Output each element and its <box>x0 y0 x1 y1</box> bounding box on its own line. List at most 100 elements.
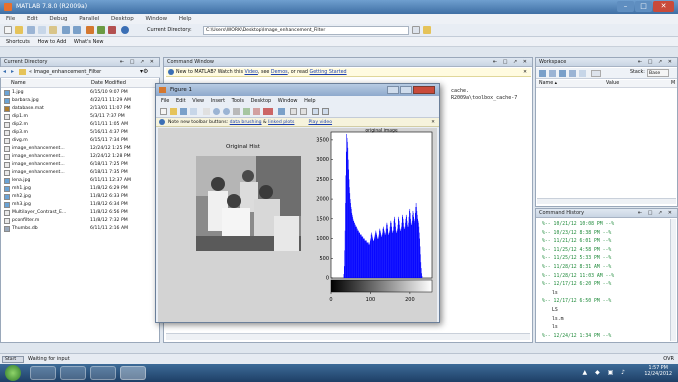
history-command[interactable]: ls <box>552 291 558 296</box>
history-session-marker[interactable]: %-- 10/21/12 10:08 PM --% <box>542 222 614 227</box>
note-close-icon[interactable]: ✕ <box>431 118 435 127</box>
dir-options-icon[interactable]: ▾⚙ <box>140 68 148 75</box>
menu-debug[interactable]: Debug <box>49 16 67 22</box>
file-row[interactable]: image_enhancement... 12/24/12 1:28 PM <box>2 153 157 161</box>
zoom-in-icon[interactable] <box>213 108 220 115</box>
fig-new-icon[interactable] <box>160 108 167 115</box>
new-variable-icon[interactable] <box>539 70 546 77</box>
dir-dropdown-icon[interactable] <box>412 26 420 34</box>
paint-taskbar-icon[interactable] <box>90 366 116 380</box>
history-command[interactable]: LS <box>552 308 558 313</box>
figure-maximize-button[interactable] <box>400 86 412 94</box>
video-link[interactable]: Video <box>244 70 257 75</box>
linked-plots-link[interactable]: linked plots <box>268 120 294 125</box>
browse-folder-icon[interactable] <box>423 26 431 34</box>
fig-pointer-icon[interactable] <box>203 108 210 115</box>
panel-controls[interactable]: ⇤ □ ↗ ✕ <box>638 209 674 218</box>
figure-minimize-button[interactable] <box>387 86 399 94</box>
menu-window[interactable]: Window <box>145 16 167 22</box>
file-row[interactable]: dip3.m 5/16/11 4:37 PM <box>2 129 157 137</box>
demos-link[interactable]: Demos <box>271 70 288 75</box>
histogram-plot[interactable]: original image05001000150020002500300035… <box>293 128 436 320</box>
paste-icon[interactable] <box>49 26 57 34</box>
current-dir-input[interactable]: C:\Users\WORK\Desktop\Image_enhancement_… <box>203 26 409 35</box>
history-session-marker[interactable]: %-- 11/28/12 11:03 AM --% <box>542 274 614 279</box>
system-tray-icons[interactable]: ▲ ◆ ▣ ♪ <box>583 369 628 376</box>
file-row[interactable]: divg.m 6/15/11 7:34 PM <box>2 137 157 145</box>
history-session-marker[interactable]: %-- 11/25/12 4:58 PM --% <box>542 248 611 253</box>
file-row[interactable]: mh3.jpg 11/8/12 6:34 PM <box>2 201 157 209</box>
file-row[interactable]: mh1.jpg 11/8/12 6:29 PM <box>2 185 157 193</box>
colorbar-icon[interactable] <box>290 108 297 115</box>
open-folder-icon[interactable] <box>15 26 23 34</box>
panel-controls[interactable]: ⇤ □ ↗ ✕ <box>493 58 529 67</box>
file-row[interactable]: mh2.jpg 11/8/12 6:33 PM <box>2 193 157 201</box>
file-row[interactable]: Thumbs.db 6/11/11 2:16 AM <box>2 225 157 233</box>
panel-controls[interactable]: ⇤ □ ↗ ✕ <box>638 58 674 67</box>
media-player-taskbar-icon[interactable] <box>60 366 86 380</box>
rotate-icon[interactable] <box>243 108 250 115</box>
current-directory-path[interactable]: « Image_enhancement_Filter <box>29 67 101 78</box>
command-window-scrollbar[interactable] <box>166 333 530 340</box>
menu-desktop[interactable]: Desktop <box>111 16 134 22</box>
history-session-marker[interactable]: %-- 11/28/12 8:31 AM --% <box>542 265 611 270</box>
file-row[interactable]: image_enhancement... 6/18/11 7:25 PM <box>2 161 157 169</box>
data-brushing-link[interactable]: data brushing <box>230 120 262 125</box>
file-row[interactable]: Multilayer_Contrast_E... 11/8/12 6:56 PM <box>2 209 157 217</box>
profiler-icon[interactable] <box>108 26 116 34</box>
legend-icon[interactable] <box>300 108 307 115</box>
fig-open-icon[interactable] <box>170 108 177 115</box>
fig-menu-desktop[interactable]: Desktop <box>251 98 272 104</box>
new-file-icon[interactable] <box>4 26 12 34</box>
whats-new-link[interactable]: What's New <box>74 39 104 45</box>
print-icon[interactable] <box>579 70 586 77</box>
col-name[interactable]: Name <box>11 79 26 88</box>
workspace-scrollbar[interactable] <box>537 198 676 204</box>
zoom-out-icon[interactable] <box>223 108 230 115</box>
menu-help[interactable]: Help <box>179 16 192 22</box>
hide-tools-icon[interactable] <box>312 108 319 115</box>
figure-canvas[interactable]: Original Hist original image 0 500 1000 1500… <box>158 128 437 322</box>
taskbar-clock[interactable]: 1:57 PM 12/24/2012 <box>644 366 672 378</box>
fig-menu-insert[interactable]: Insert <box>211 98 225 104</box>
fig-menu-edit[interactable]: Edit <box>176 98 186 104</box>
figure-window[interactable]: Figure 1 File Edit View Insert Tools Des… <box>155 83 440 323</box>
undo-icon[interactable] <box>62 26 70 34</box>
guide-icon[interactable] <box>97 26 105 34</box>
figure-close-button[interactable] <box>413 86 435 94</box>
getting-started-link[interactable]: Getting Started <box>309 70 346 75</box>
fig-menu-tools[interactable]: Tools <box>232 98 244 104</box>
help-icon[interactable] <box>121 26 129 34</box>
fig-menu-file[interactable]: File <box>161 98 169 104</box>
save-workspace-icon[interactable] <box>569 70 576 77</box>
stack-select[interactable]: Base <box>647 69 669 77</box>
history-session-marker[interactable]: %-- 11/21/12 6:01 PM --% <box>542 239 611 244</box>
open-variable-icon[interactable] <box>549 70 556 77</box>
banner-close-icon[interactable]: ✕ <box>523 68 527 77</box>
history-command[interactable]: ls <box>552 325 558 330</box>
file-row[interactable]: pconfilter.m 11/8/12 7:32 PM <box>2 217 157 225</box>
menu-file[interactable]: File <box>6 16 15 22</box>
file-row[interactable]: lena.jpg 6/11/11 12:37 AM <box>2 177 157 185</box>
file-row[interactable]: 1.jpg 6/15/10 9:07 PM <box>2 89 157 97</box>
fig-menu-help[interactable]: Help <box>304 98 315 104</box>
forward-icon[interactable]: ▸ <box>11 68 14 75</box>
file-row[interactable]: dip2.m 6/11/11 1:05 AM <box>2 121 157 129</box>
history-session-marker[interactable]: %-- 11/25/12 5:33 PM --% <box>542 256 611 261</box>
ws-col-more[interactable]: M <box>671 80 675 88</box>
history-command[interactable]: ls.m <box>552 317 564 322</box>
ws-col-name[interactable]: Name ▴ <box>539 80 557 88</box>
simulink-icon[interactable] <box>86 26 94 34</box>
history-session-marker[interactable]: %-- 12/17/12 6:50 PM --% <box>542 299 611 304</box>
play-video-link[interactable]: Play video <box>308 120 332 125</box>
shortcuts-label[interactable]: Shortcuts <box>6 39 30 45</box>
copy-icon[interactable] <box>38 26 46 34</box>
history-session-marker[interactable]: %-- 12/17/12 6:20 PM --% <box>542 282 611 287</box>
brush-icon[interactable] <box>263 108 273 115</box>
plot-select-icon[interactable] <box>591 70 601 77</box>
file-row[interactable]: image_enhancement... 12/24/12 1:25 PM <box>2 145 157 153</box>
file-row[interactable]: database.mat 2/13/01 11:07 PM <box>2 105 157 113</box>
how-to-add-link[interactable]: How to Add <box>38 39 67 45</box>
fig-menu-view[interactable]: View <box>192 98 204 104</box>
menu-parallel[interactable]: Parallel <box>79 16 99 22</box>
